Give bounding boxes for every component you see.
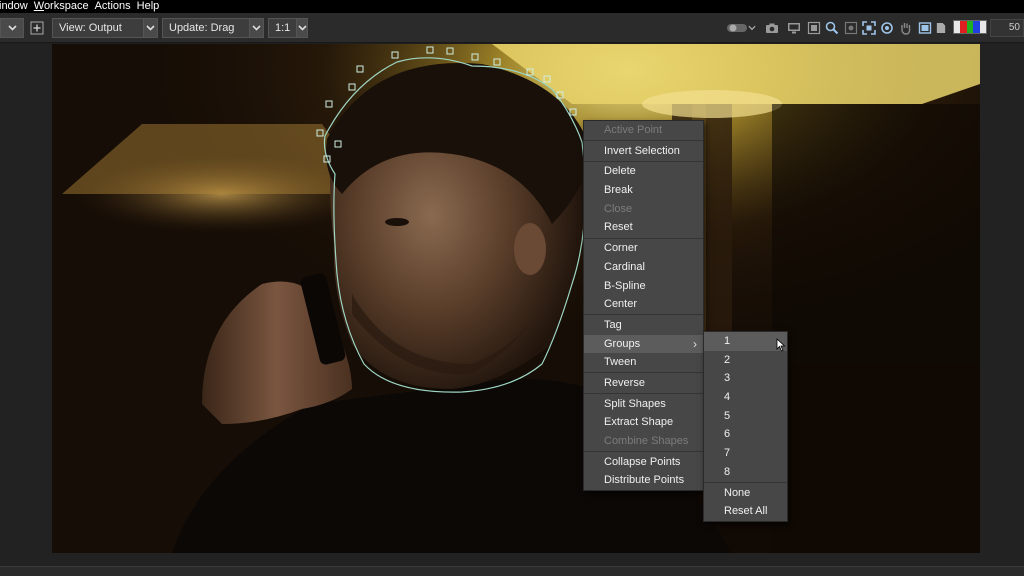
menu-window[interactable]: indow bbox=[0, 0, 31, 13]
add-viewer-button[interactable] bbox=[28, 18, 46, 38]
menu-item-label: Cardinal bbox=[604, 260, 645, 273]
view-mode-dropdown[interactable]: View: Output bbox=[52, 18, 158, 38]
menu-item-7[interactable]: 7 bbox=[704, 444, 787, 463]
menu-item-label: Break bbox=[604, 184, 633, 197]
menu-item-4[interactable]: 4 bbox=[704, 388, 787, 407]
record-icon[interactable] bbox=[843, 21, 859, 35]
menu-item-label: Reset All bbox=[724, 505, 768, 518]
chevron-down-icon bbox=[249, 19, 263, 37]
chevron-down-icon bbox=[1, 19, 23, 37]
status-bar bbox=[0, 566, 1024, 576]
fit-icon[interactable] bbox=[861, 21, 877, 35]
menu-item-invert-selection[interactable]: Invert Selection bbox=[584, 142, 703, 161]
menu-item-5[interactable]: 5 bbox=[704, 407, 787, 426]
menu-item-label: Tween bbox=[604, 356, 637, 369]
image-viewer[interactable] bbox=[52, 44, 980, 553]
view-mode-label: View: Output bbox=[59, 22, 122, 34]
viewer-menu-dropdown[interactable] bbox=[0, 18, 24, 38]
menu-item-label: 1 bbox=[724, 335, 731, 347]
menu-item-1[interactable]: 1 bbox=[704, 332, 787, 351]
menu-item-label: Distribute Points bbox=[604, 474, 685, 487]
menu-item-8[interactable]: 8 bbox=[704, 463, 787, 482]
menu-item-label: Close bbox=[604, 202, 633, 215]
menu-item-collapse-points[interactable]: Collapse Points bbox=[584, 453, 703, 472]
menu-item-label: Reset bbox=[604, 221, 633, 234]
menu-item-combine-shapes: Combine Shapes bbox=[584, 432, 703, 451]
menu-item-label: 2 bbox=[724, 353, 731, 366]
menu-item-2[interactable]: 2 bbox=[704, 351, 787, 370]
menu-item-label: Split Shapes bbox=[604, 397, 666, 410]
menu-item-corner[interactable]: Corner bbox=[584, 239, 703, 258]
footage-frame bbox=[52, 44, 980, 553]
zoom-value[interactable]: 50 bbox=[990, 19, 1024, 37]
menu-bar: indow Workspace Actions Help bbox=[0, 0, 1024, 13]
menu-item-break[interactable]: Break bbox=[584, 181, 703, 200]
menu-workspace[interactable]: Workspace bbox=[31, 0, 92, 13]
menu-item-label: Invert Selection bbox=[604, 144, 680, 157]
menu-item-label: 7 bbox=[724, 447, 731, 460]
menu-item-label: None bbox=[724, 486, 751, 499]
menu-item-reset[interactable]: Reset bbox=[584, 218, 703, 237]
menu-item-label: Collapse Points bbox=[604, 455, 681, 468]
menu-item-label: 5 bbox=[724, 409, 731, 422]
chevron-right-icon: › bbox=[693, 336, 697, 351]
menu-item-tag[interactable]: Tag bbox=[584, 316, 703, 335]
menu-item-none[interactable]: None bbox=[704, 484, 787, 503]
magnifier-icon[interactable] bbox=[824, 21, 840, 35]
menu-item-label: Active Point bbox=[604, 124, 663, 136]
toggle-icon[interactable] bbox=[726, 21, 748, 35]
menu-actions[interactable]: Actions bbox=[92, 0, 134, 13]
shape-context-menu: Active Point Invert Selection Delete Break C… bbox=[583, 120, 704, 492]
menu-item-groups[interactable]: Groups › bbox=[584, 334, 703, 354]
chevron-down-icon bbox=[143, 19, 157, 37]
camera-icon[interactable] bbox=[764, 21, 780, 35]
menu-item-label: 8 bbox=[724, 465, 731, 478]
menu-item-tween[interactable]: Tween bbox=[584, 353, 703, 372]
menu-item-reverse[interactable]: Reverse bbox=[584, 374, 703, 393]
menu-item-3[interactable]: 3 bbox=[704, 369, 787, 388]
pixel-ratio-label: 1:1 bbox=[275, 22, 291, 34]
menu-item-cardinal[interactable]: Cardinal bbox=[584, 258, 703, 277]
menu-item-label: 3 bbox=[724, 372, 731, 385]
menu-item-center[interactable]: Center bbox=[584, 295, 703, 314]
menu-item-reset-all[interactable]: Reset All bbox=[704, 502, 787, 521]
menu-item-label: Extract Shape bbox=[604, 416, 674, 429]
menu-item-label: Groups bbox=[604, 337, 641, 350]
overlay-icon[interactable] bbox=[917, 21, 933, 35]
viewer-toolbar: View: Output Update: Drag 1:1 50 bbox=[0, 13, 1024, 43]
plus-box-icon bbox=[30, 21, 44, 35]
menu-item-b-spline[interactable]: B-Spline bbox=[584, 277, 703, 296]
menu-item-extract-shape[interactable]: Extract Shape bbox=[584, 413, 703, 432]
menu-item-6[interactable]: 6 bbox=[704, 425, 787, 444]
menu-item-active-point: Active Point bbox=[584, 121, 703, 140]
menu-item-label: 6 bbox=[724, 428, 731, 441]
pixel-ratio-dropdown[interactable]: 1:1 bbox=[268, 18, 308, 38]
menu-item-label: B-Spline bbox=[604, 279, 646, 292]
update-mode-label: Update: Drag bbox=[169, 22, 235, 34]
target-icon[interactable] bbox=[879, 21, 895, 35]
hand-icon[interactable] bbox=[898, 21, 914, 35]
frame-icon[interactable] bbox=[806, 21, 822, 35]
monitor-icon[interactable] bbox=[786, 21, 802, 35]
menu-item-label: Center bbox=[604, 298, 638, 311]
color-channel-swatch[interactable] bbox=[953, 20, 987, 34]
menu-item-label: Reverse bbox=[604, 376, 645, 389]
menu-item-label: 4 bbox=[724, 391, 731, 404]
mouse-cursor-icon bbox=[776, 338, 786, 352]
chevron-down-icon[interactable] bbox=[746, 21, 758, 35]
menu-help[interactable]: Help bbox=[134, 0, 163, 13]
update-mode-dropdown[interactable]: Update: Drag bbox=[162, 18, 264, 38]
page-icon[interactable] bbox=[935, 21, 947, 35]
menu-item-label: Tag bbox=[604, 318, 622, 331]
chevron-down-icon bbox=[296, 19, 307, 37]
menu-item-distribute-points[interactable]: Distribute Points bbox=[584, 471, 703, 490]
menu-item-label: Delete bbox=[604, 165, 636, 178]
menu-item-close: Close bbox=[584, 200, 703, 219]
menu-item-label: Combine Shapes bbox=[604, 435, 689, 447]
menu-item-split-shapes[interactable]: Split Shapes bbox=[584, 395, 703, 414]
menu-item-delete[interactable]: Delete bbox=[584, 162, 703, 181]
menu-item-label: Corner bbox=[604, 242, 638, 255]
groups-submenu: 1 2 3 4 5 6 7 8 None Reset All bbox=[703, 331, 788, 522]
